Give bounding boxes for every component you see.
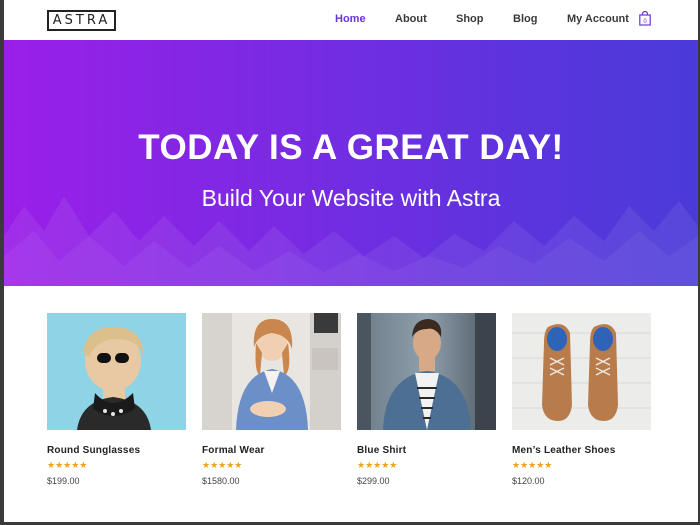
- site-header: ASTRA Home About Shop Blog My Account 0: [4, 0, 698, 40]
- leather-shoes-photo[interactable]: [512, 313, 651, 430]
- shopping-bag-icon: 0: [639, 10, 651, 26]
- nav-item-shop[interactable]: Shop: [456, 13, 484, 25]
- product-grid: Round Sunglasses ★★★★★ $199.00 Formal We…: [4, 286, 698, 522]
- nav-item-about[interactable]: About: [395, 13, 427, 25]
- woman-blue-blazer-photo[interactable]: [202, 313, 341, 430]
- nav-item-home[interactable]: Home: [335, 13, 366, 25]
- rating-stars: ★★★★★: [202, 461, 243, 471]
- product-card-blue-shirt[interactable]: Blue Shirt ★★★★★ $299.00: [357, 313, 496, 486]
- rating-stars: ★★★★★: [357, 461, 398, 471]
- product-name[interactable]: Formal Wear: [202, 445, 341, 456]
- product-price: $1580.00: [202, 476, 240, 486]
- nav-item-my-account[interactable]: My Account: [567, 13, 629, 25]
- hero-subtitle: Build Your Website with Astra: [201, 185, 501, 211]
- product-price: $199.00: [47, 476, 80, 486]
- main-navigation: Home About Shop Blog My Account: [4, 0, 698, 40]
- hero-banner: TODAY IS A GREAT DAY! Build Your Website…: [4, 40, 698, 286]
- woman-sunglasses-photo[interactable]: [47, 313, 186, 430]
- rating-stars: ★★★★★: [512, 461, 553, 471]
- browser-page: ASTRA Home About Shop Blog My Account 0: [4, 0, 698, 522]
- cart-button[interactable]: 0: [639, 10, 651, 26]
- product-card-round-sunglasses[interactable]: Round Sunglasses ★★★★★ $199.00: [47, 313, 186, 486]
- product-name[interactable]: Blue Shirt: [357, 445, 496, 456]
- product-price: $299.00: [357, 476, 390, 486]
- product-price: $120.00: [512, 476, 545, 486]
- product-card-formal-wear[interactable]: Formal Wear ★★★★★ $1580.00: [202, 313, 341, 486]
- product-name[interactable]: Men’s Leather Shoes: [512, 445, 651, 456]
- nav-item-blog[interactable]: Blog: [513, 13, 537, 25]
- cart-count: 0: [643, 19, 647, 25]
- product-card-mens-leather-shoes[interactable]: Men’s Leather Shoes ★★★★★ $120.00: [512, 313, 651, 486]
- product-name[interactable]: Round Sunglasses: [47, 445, 186, 456]
- rating-stars: ★★★★★: [47, 461, 88, 471]
- man-denim-shirt-photo[interactable]: [357, 313, 496, 430]
- hero-title: TODAY IS A GREAT DAY!: [138, 128, 564, 167]
